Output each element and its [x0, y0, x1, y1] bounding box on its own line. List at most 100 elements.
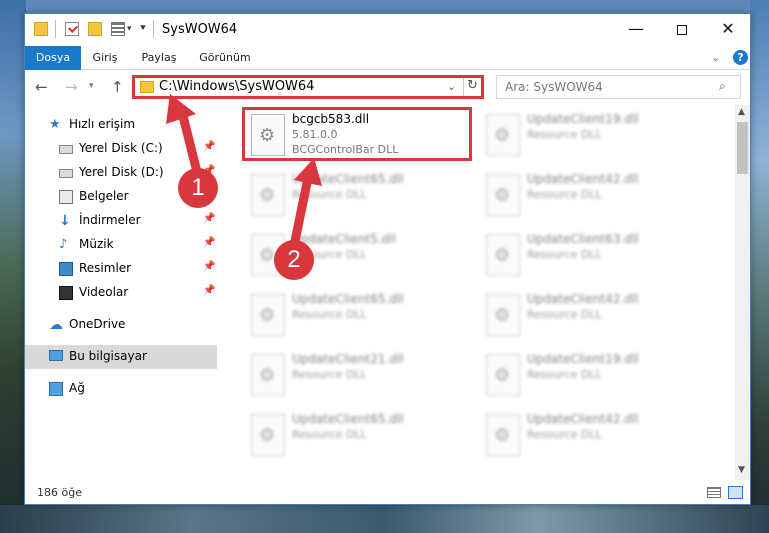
downloads-icon: ↓	[59, 213, 71, 229]
file-description: Resource DLL	[527, 428, 602, 441]
customize-toolbar-icon[interactable]: ⯆	[139, 23, 147, 34]
desktop-background-left	[0, 0, 26, 533]
drive-icon	[59, 145, 73, 154]
pin-icon[interactable]: 📌	[203, 213, 215, 224]
help-icon[interactable]: ?	[733, 50, 748, 65]
file-name: UpdateClient5.dll	[292, 232, 396, 246]
navigation-bar: ← → ▾ ↑ C:\Windows\SysWOW64 ⌄ ↻ Ara: Sys…	[25, 71, 750, 103]
recent-locations-icon[interactable]: ▾	[89, 81, 94, 91]
file-tile[interactable]: UpdateClient63.dll Resource DLL	[480, 230, 710, 284]
sidebar-item-videos[interactable]: Videolar 📌	[25, 281, 217, 305]
file-list: bcgcb583.dll 5.81.0.0 BCGControlBar DLL …	[237, 105, 733, 480]
address-text[interactable]: C:\Windows\SysWOW64	[159, 79, 314, 94]
details-view-icon[interactable]	[707, 487, 721, 498]
address-bar[interactable]: C:\Windows\SysWOW64 ⌄ ↻	[132, 75, 484, 99]
sidebar-item-pictures[interactable]: Resimler 📌	[25, 257, 217, 281]
folder-icon[interactable]	[34, 22, 48, 36]
minimize-button[interactable]: —	[613, 14, 659, 44]
file-tile[interactable]: UpdateClient42.dll Resource DLL	[480, 290, 710, 344]
file-tile[interactable]: UpdateClient65.dll Resource DLL	[245, 170, 475, 224]
network-icon	[49, 382, 63, 396]
dll-file-icon	[251, 294, 285, 336]
refresh-icon[interactable]: ↻	[467, 78, 478, 93]
file-tile[interactable]: UpdateClient65.dll Resource DLL	[245, 290, 475, 344]
sidebar-item-network[interactable]: Ağ	[25, 377, 217, 401]
file-tile-bcgcb583[interactable]: bcgcb583.dll 5.81.0.0 BCGControlBar DLL	[242, 107, 472, 161]
file-tile[interactable]: UpdateClient19.dll Resource DLL	[480, 110, 710, 164]
file-tile[interactable]: UpdateClient19.dll Resource DLL	[480, 350, 710, 404]
scroll-thumb[interactable]	[737, 122, 748, 174]
ribbon-tabs: Dosya Giriş Paylaş Görünüm ⌄ ?	[25, 46, 750, 70]
file-description: Resource DLL	[527, 188, 602, 201]
this-pc-icon	[49, 350, 63, 361]
vertical-scrollbar[interactable]: ▲ ▼	[735, 105, 750, 480]
file-description: Resource DLL	[292, 428, 367, 441]
title-bar: ▾ ⯆ SysWOW64 — ✕	[25, 14, 750, 46]
pin-icon[interactable]: 📌	[203, 285, 215, 296]
tab-view[interactable]: Görünüm	[195, 46, 255, 70]
maximize-button[interactable]	[659, 14, 705, 44]
scroll-down-icon[interactable]: ▼	[738, 465, 745, 475]
videos-icon	[59, 286, 73, 300]
sidebar-item-this-pc[interactable]: Bu bilgisayar	[25, 345, 217, 369]
file-name: UpdateClient63.dll	[527, 232, 639, 246]
new-folder-icon[interactable]	[88, 22, 102, 36]
dll-file-icon	[251, 414, 285, 456]
pin-icon[interactable]: 📌	[203, 141, 215, 152]
file-tile[interactable]: UpdateClient42.dll Resource DLL	[480, 410, 710, 464]
properties-icon[interactable]	[65, 22, 79, 36]
file-tile[interactable]: UpdateClient65.dll Resource DLL	[245, 410, 475, 464]
dll-file-icon	[251, 174, 285, 216]
sidebar-item-label: OneDrive	[69, 317, 126, 331]
view-icon[interactable]	[111, 22, 125, 36]
expand-ribbon-icon[interactable]: ⌄	[711, 51, 720, 64]
desktop-background-bottom	[0, 505, 769, 533]
window-title: SysWOW64	[162, 22, 238, 37]
sidebar-item-quick-access[interactable]: ★ Hızlı erişim	[25, 113, 217, 137]
file-name: UpdateClient65.dll	[292, 412, 404, 426]
sidebar-item-label: Hızlı erişim	[69, 117, 136, 131]
file-tile[interactable]: UpdateClient42.dll Resource DLL	[480, 170, 710, 224]
up-button[interactable]: ↑	[111, 78, 124, 96]
title-separator	[153, 20, 154, 38]
tiles-view-icon[interactable]	[728, 486, 743, 499]
sidebar-item-label: Videolar	[79, 285, 129, 299]
item-count: 186 öğe	[37, 486, 82, 499]
sidebar-item-label: Ağ	[69, 381, 85, 395]
back-button[interactable]: ←	[35, 78, 48, 96]
search-box[interactable]: Ara: SysWOW64 ⌕	[496, 75, 741, 99]
sidebar-item-label: Yerel Disk (D:)	[79, 165, 164, 179]
file-description: Resource DLL	[527, 308, 602, 321]
file-description: Resource DLL	[527, 128, 602, 141]
forward-button[interactable]: →	[65, 78, 78, 96]
view-caret-icon[interactable]: ▾	[127, 24, 132, 34]
file-tile[interactable]: UpdateClient21.dll Resource DLL	[245, 350, 475, 404]
tab-home[interactable]: Giriş	[87, 46, 123, 70]
scroll-up-icon[interactable]: ▲	[738, 107, 745, 117]
folder-icon	[140, 81, 154, 93]
search-icon[interactable]: ⌕	[719, 79, 726, 94]
maximize-icon	[677, 24, 687, 35]
sidebar-item-downloads[interactable]: ↓ İndirmeler 📌	[25, 209, 217, 233]
file-name: bcgcb583.dll	[292, 112, 370, 126]
file-description: Resource DLL	[292, 188, 367, 201]
tab-share[interactable]: Paylaş	[137, 46, 181, 70]
file-name: UpdateClient42.dll	[527, 172, 639, 186]
sidebar-item-music[interactable]: ♪ Müzik 📌	[25, 233, 217, 257]
navigation-pane: ★ Hızlı erişim Yerel Disk (C:) 📌 Yerel D…	[25, 105, 217, 480]
pin-icon[interactable]: 📌	[203, 261, 215, 272]
search-input[interactable]: Ara: SysWOW64	[505, 80, 603, 94]
documents-icon	[59, 190, 73, 204]
status-bar: 186 öğe	[25, 482, 750, 504]
close-button[interactable]: ✕	[705, 14, 751, 44]
file-description: Resource DLL	[292, 308, 367, 321]
sidebar-item-local-disk-c[interactable]: Yerel Disk (C:) 📌	[25, 137, 217, 161]
sidebar-item-onedrive[interactable]: ☁ OneDrive	[25, 313, 217, 337]
tab-file[interactable]: Dosya	[25, 46, 81, 70]
star-icon: ★	[49, 117, 61, 132]
file-name: UpdateClient21.dll	[292, 352, 404, 366]
dll-file-icon	[251, 354, 285, 396]
drive-icon	[59, 169, 73, 178]
pin-icon[interactable]: 📌	[203, 237, 215, 248]
address-dropdown-icon[interactable]: ⌄	[447, 80, 456, 93]
